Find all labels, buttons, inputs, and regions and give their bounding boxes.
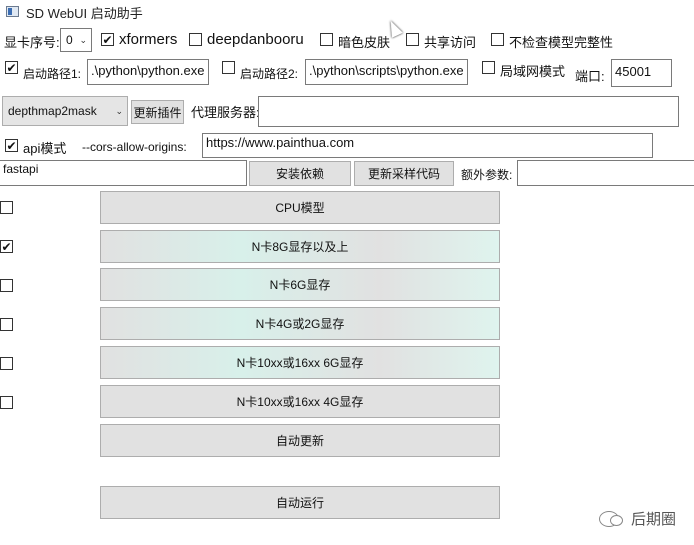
xformers-label: xformers bbox=[119, 31, 178, 48]
mode-8g-checkbox[interactable]: ✔ bbox=[0, 240, 13, 253]
mode-cpu-button[interactable]: CPU模型 bbox=[100, 191, 500, 224]
mode-6g-checkbox[interactable] bbox=[0, 279, 13, 292]
extra-params-label: 额外参数: bbox=[461, 168, 513, 182]
path2-input[interactable]: .\python\scripts\python.exe bbox=[305, 59, 468, 85]
mode-10xx-6g-button[interactable]: N卡10xx或16xx 6G显存 bbox=[100, 346, 500, 379]
extra-params-input[interactable] bbox=[517, 160, 694, 186]
chevron-down-icon: ⌄ bbox=[115, 105, 123, 116]
mode-cpu-checkbox[interactable] bbox=[0, 201, 13, 214]
api-mode-checkbox[interactable]: ✔ bbox=[5, 139, 18, 152]
wechat-icon bbox=[598, 510, 623, 527]
window-title: SD WebUI 启动助手 bbox=[26, 6, 143, 21]
path2-label: 启动路径2: bbox=[240, 67, 299, 81]
plugin-select[interactable]: depthmap2mask ⌄ bbox=[2, 96, 128, 126]
gpu-index-select[interactable]: 0 ⌄ bbox=[60, 28, 92, 52]
cors-input[interactable]: https://www.painthua.com bbox=[202, 133, 653, 158]
dark-skin-checkbox[interactable] bbox=[320, 33, 333, 46]
api-mode-label: api模式 bbox=[23, 141, 67, 156]
update-plugin-button[interactable]: 更新插件 bbox=[131, 100, 184, 124]
chevron-down-icon: ⌄ bbox=[79, 34, 87, 45]
proxy-label: 代理服务器: bbox=[191, 105, 260, 120]
xformers-checkbox[interactable]: ✔ bbox=[101, 33, 114, 46]
lan-mode-label: 局域网模式 bbox=[500, 64, 566, 79]
proxy-input[interactable] bbox=[258, 96, 679, 127]
dark-skin-label: 暗色皮肤 bbox=[338, 35, 391, 50]
mode-10xx-4g-checkbox[interactable] bbox=[0, 396, 13, 409]
path1-label: 启动路径1: bbox=[23, 67, 82, 81]
share-label: 共享访问 bbox=[424, 35, 477, 50]
mode-10xx-6g-checkbox[interactable] bbox=[0, 357, 13, 370]
mode-6g-button[interactable]: N卡6G显存 bbox=[100, 268, 500, 301]
no-check-model-label: 不检查模型完整性 bbox=[509, 35, 614, 50]
cors-label: --cors-allow-origins: bbox=[82, 140, 187, 154]
lan-mode-checkbox[interactable] bbox=[482, 61, 495, 74]
path2-checkbox[interactable] bbox=[222, 61, 235, 74]
path1-input[interactable]: .\python\python.exe bbox=[87, 59, 209, 85]
mode-10xx-4g-button[interactable]: N卡10xx或16xx 4G显存 bbox=[100, 385, 500, 418]
checkmark-icon: ✔ bbox=[1, 239, 12, 254]
install-deps-button[interactable]: 安装依赖 bbox=[249, 161, 351, 186]
plugin-select-value: depthmap2mask bbox=[8, 104, 97, 118]
fastapi-input[interactable]: fastapi bbox=[0, 160, 247, 186]
port-input[interactable]: 45001 bbox=[611, 59, 672, 87]
watermark: 后期圈 bbox=[598, 508, 676, 529]
mode-4g-checkbox[interactable] bbox=[0, 318, 13, 331]
mode-4g-button[interactable]: N卡4G或2G显存 bbox=[100, 307, 500, 340]
app-icon bbox=[6, 6, 19, 17]
gpu-index-label: 显卡序号: bbox=[4, 35, 60, 50]
no-check-model-checkbox[interactable] bbox=[491, 33, 504, 46]
checkmark-icon: ✔ bbox=[6, 138, 17, 153]
port-label: 端口: bbox=[575, 69, 605, 84]
update-sampler-button[interactable]: 更新采样代码 bbox=[354, 161, 454, 186]
path1-checkbox[interactable]: ✔ bbox=[5, 61, 18, 74]
deepdanbooru-checkbox[interactable] bbox=[189, 33, 202, 46]
checkmark-icon: ✔ bbox=[102, 32, 113, 47]
share-checkbox[interactable] bbox=[406, 33, 419, 46]
auto-run-button[interactable]: 自动运行 bbox=[100, 486, 500, 519]
watermark-text: 后期圈 bbox=[630, 511, 676, 528]
auto-update-button[interactable]: 自动更新 bbox=[100, 424, 500, 457]
checkmark-icon: ✔ bbox=[6, 60, 17, 75]
deepdanbooru-label: deepdanbooru bbox=[207, 31, 304, 48]
mode-8g-button[interactable]: N卡8G显存以及上 bbox=[100, 230, 500, 263]
gpu-index-value: 0 bbox=[66, 33, 73, 47]
